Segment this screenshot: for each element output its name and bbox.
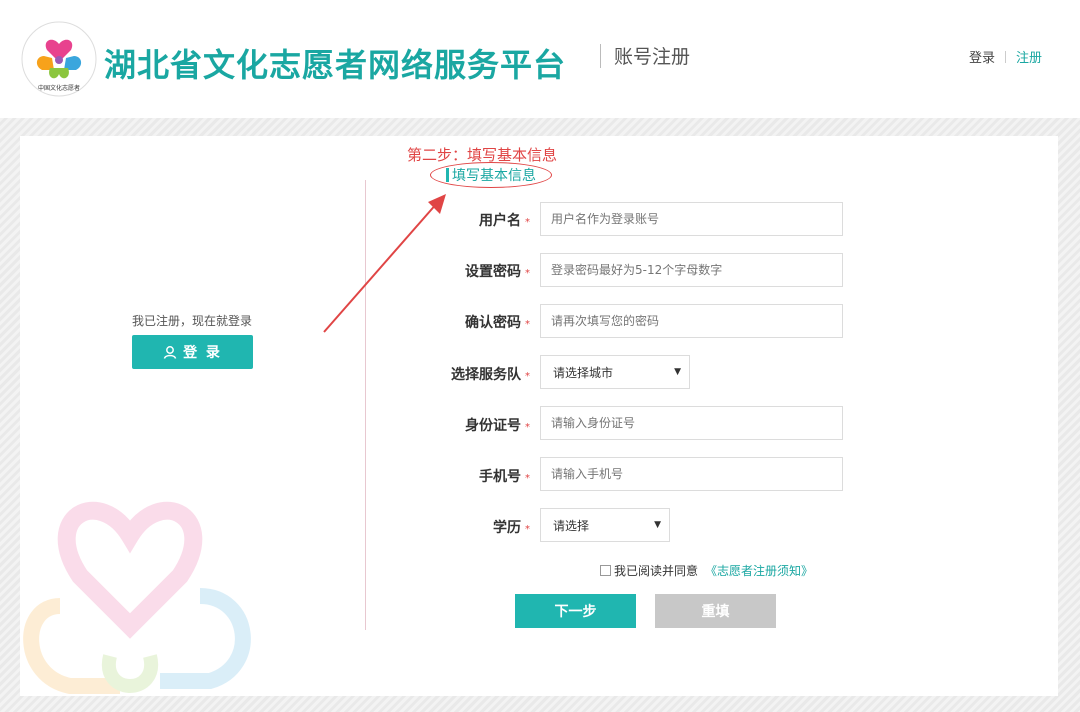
header: 中国文化志愿者 湖北省文化志愿者网络服务平台 账号注册 登录 注册 xyxy=(0,0,1080,118)
agreement-text: 我已阅读并同意 xyxy=(614,564,699,578)
reset-button[interactable]: 重填 xyxy=(655,594,776,628)
username-label: 用户名 * xyxy=(479,213,530,229)
service-team-label: 选择服务队 * xyxy=(451,367,530,383)
registration-card: 我已注册，现在就登录 登 录 第二步：填写基本信息 填写基本信息 用户名* 设置… xyxy=(20,136,1058,696)
next-step-button[interactable]: 下一步 xyxy=(515,594,636,628)
username-input[interactable] xyxy=(540,202,843,236)
nav-separator xyxy=(1004,50,1006,63)
education-label: 学历 * xyxy=(493,520,530,536)
agreement-checkbox[interactable] xyxy=(600,565,611,576)
agreement-link[interactable]: 《志愿者注册须知》 xyxy=(705,562,813,579)
password-label: 设置密码 * xyxy=(465,264,530,280)
login-button-label: 登 录 xyxy=(183,345,222,361)
confirm-password-label: 确认密码 * xyxy=(465,315,530,331)
section-tab-label: 填写基本信息 xyxy=(452,168,536,184)
decorative-hearts-watermark xyxy=(23,501,251,694)
already-registered-hint: 我已注册，现在就登录 xyxy=(132,314,253,328)
id-number-input[interactable] xyxy=(540,406,843,440)
top-login-link[interactable]: 登录 xyxy=(969,47,995,66)
top-register-link[interactable]: 注册 xyxy=(1016,47,1042,66)
phone-label: 手机号 * xyxy=(479,469,530,485)
volunteer-logo: 中国文化志愿者 xyxy=(21,21,97,97)
education-selected: 请选择 xyxy=(553,518,590,533)
section-marker xyxy=(446,168,449,182)
confirm-password-input[interactable] xyxy=(540,304,843,338)
phone-input[interactable] xyxy=(540,457,843,491)
id-number-label: 身份证号 * xyxy=(465,418,530,434)
chevron-down-icon: ▼ xyxy=(674,367,681,377)
site-title: 湖北省文化志愿者网络服务平台 xyxy=(104,46,567,84)
user-icon xyxy=(163,346,177,359)
education-select[interactable]: 请选择 ▼ xyxy=(540,508,670,542)
top-nav: 登录 注册 xyxy=(969,47,1042,66)
agreement-row: 我已阅读并同意 《志愿者注册须知》 xyxy=(600,562,813,579)
service-team-selected: 请选择城市 xyxy=(553,365,614,380)
page-subtitle: 账号注册 xyxy=(614,46,691,68)
title-divider xyxy=(600,44,601,68)
svg-text:中国文化志愿者: 中国文化志愿者 xyxy=(38,84,80,92)
section-tab-basic-info: 填写基本信息 xyxy=(430,162,552,188)
chevron-down-icon: ▼ xyxy=(654,520,661,530)
service-team-select[interactable]: 请选择城市 ▼ xyxy=(540,355,690,389)
password-input[interactable] xyxy=(540,253,843,287)
login-button[interactable]: 登 录 xyxy=(132,335,253,369)
